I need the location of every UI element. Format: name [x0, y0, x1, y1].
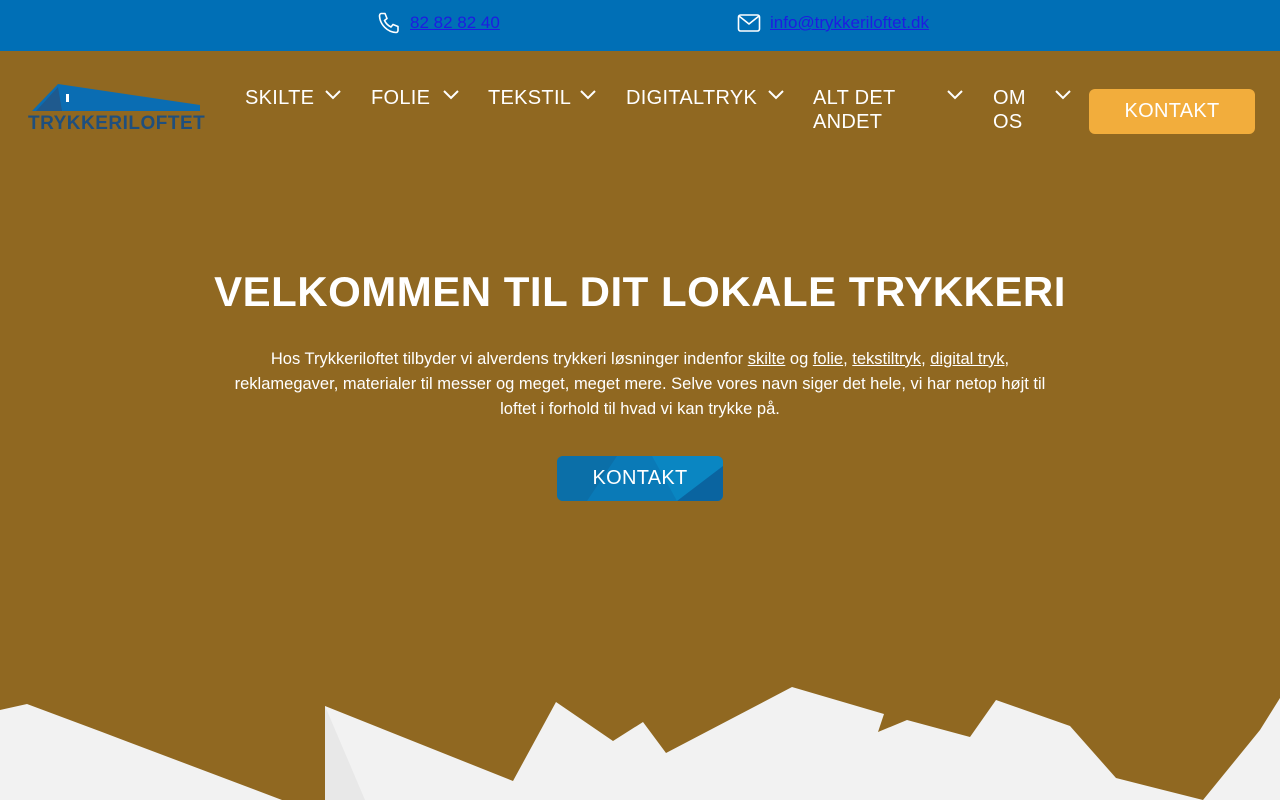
header-contact-button[interactable]: KONTAKT — [1089, 89, 1255, 134]
hero-intro-text: , — [921, 350, 931, 368]
mail-icon — [737, 14, 761, 32]
chevron-down-icon — [443, 90, 459, 100]
hero-intro-text: , — [843, 350, 853, 368]
phone-link[interactable]: 82 82 82 40 — [410, 13, 500, 33]
site-header: TRYKKERILOFTET SKILTE FOLIE TEKSTIL DIGI… — [0, 51, 1280, 161]
email-link[interactable]: info@trykkeriloftet.dk — [770, 13, 929, 33]
hero-intro: Hos Trykkeriloftet tilbyder vi alverdens… — [220, 347, 1060, 422]
nav-item-label-line1: OM — [993, 87, 1026, 109]
hero-intro-text: og — [785, 350, 813, 368]
chevron-down-icon — [947, 90, 963, 100]
nav-item-skilte[interactable]: SKILTE — [245, 86, 341, 110]
nav-item-om-os[interactable]: OM OS — [993, 86, 1071, 134]
hero-title: VELKOMMEN TIL DIT LOKALE TRYKKERI — [214, 268, 1066, 315]
nav-item-label: FOLIE — [371, 87, 431, 109]
link-skilte[interactable]: skilte — [748, 350, 786, 368]
phone-icon — [378, 12, 399, 34]
chevron-down-icon — [768, 90, 784, 100]
chevron-down-icon — [1055, 90, 1071, 100]
nav-item-label: DIGITALTRYK — [626, 87, 758, 109]
site-logo[interactable]: TRYKKERILOFTET — [28, 81, 206, 135]
roof-logo-icon — [32, 84, 200, 111]
nav-item-digitaltryk[interactable]: DIGITALTRYK — [626, 86, 784, 110]
mountain-silhouette — [0, 687, 1280, 800]
top-contact-bar: 82 82 82 40 info@trykkeriloftet.dk — [0, 0, 1280, 51]
chevron-down-icon — [580, 90, 596, 100]
logo-wordmark: TRYKKERILOFTET — [28, 113, 206, 134]
chevron-down-icon — [325, 90, 341, 100]
nav-item-label-line2: ANDET — [813, 111, 883, 133]
hero-contact-button[interactable]: KONTAKT — [557, 456, 723, 501]
link-folie[interactable]: folie — [813, 350, 843, 368]
hero-contact-label: KONTAKT — [592, 467, 688, 489]
nav-item-label-line2: OS — [993, 111, 1023, 133]
link-tekstiltryk[interactable]: tekstiltryk — [852, 350, 921, 368]
link-digital-tryk[interactable]: digital tryk — [930, 350, 1004, 368]
phone-contact: 82 82 82 40 — [377, 11, 500, 35]
nav-item-tekstil[interactable]: TEKSTIL — [488, 86, 596, 110]
nav-item-label: TEKSTIL — [488, 87, 572, 109]
email-contact: info@trykkeriloftet.dk — [737, 11, 929, 35]
nav-item-alt-det-andet[interactable]: ALT DET ANDET — [813, 86, 963, 134]
nav-item-folie[interactable]: FOLIE — [371, 86, 459, 110]
hero-intro-text: Hos Trykkeriloftet tilbyder vi alverdens… — [270, 350, 748, 368]
nav-item-label: SKILTE — [245, 87, 315, 109]
nav-item-label-line1: ALT DET — [813, 87, 896, 109]
